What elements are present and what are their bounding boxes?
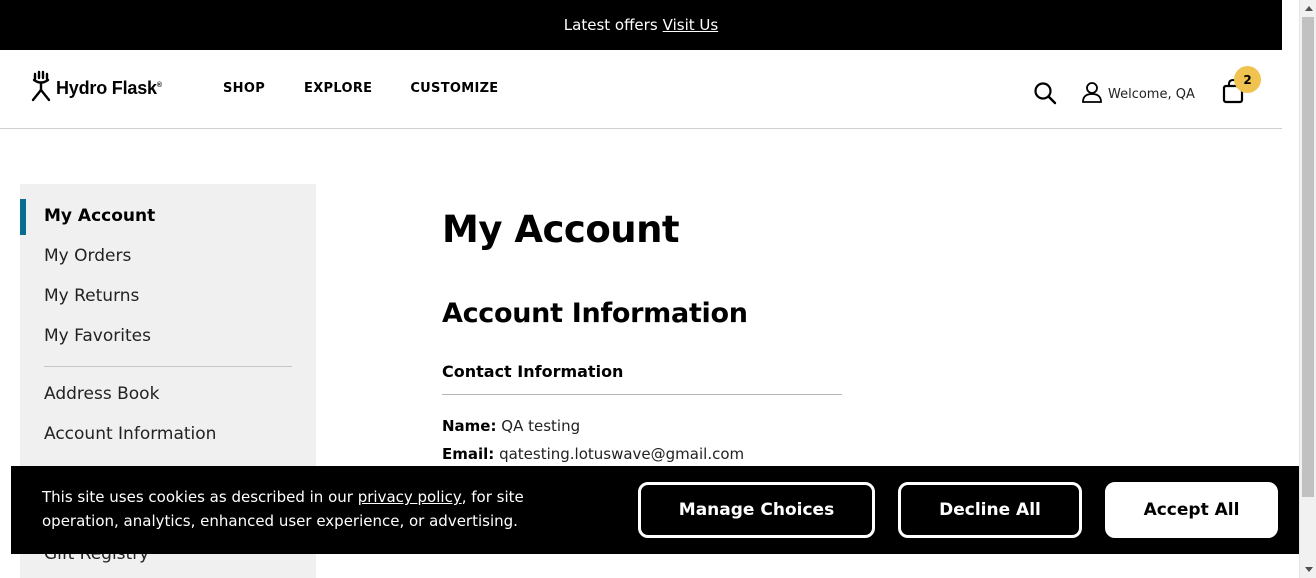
- promo-bar: Latest offers Visit Us: [0, 0, 1282, 50]
- cart-count-badge: 2: [1234, 66, 1261, 93]
- user-icon: [1081, 81, 1103, 107]
- sidebar-item-my-orders[interactable]: My Orders: [44, 246, 131, 266]
- nav-shop[interactable]: SHOP: [223, 81, 265, 96]
- page-scrollbar[interactable]: [1299, 0, 1316, 578]
- privacy-policy-link[interactable]: privacy policy: [358, 488, 462, 506]
- name-value: QA testing: [501, 417, 581, 435]
- sidebar-item-my-returns[interactable]: My Returns: [44, 286, 139, 306]
- nav-explore[interactable]: EXPLORE: [304, 81, 372, 96]
- scroll-up-arrow-icon[interactable]: [1300, 0, 1316, 17]
- site-header: Hydro Flask® SHOP EXPLORE CUSTOMIZE Welc…: [0, 50, 1282, 129]
- nav-customize[interactable]: CUSTOMIZE: [410, 81, 498, 96]
- name-label: Name:: [442, 417, 497, 435]
- promo-text: Latest offers: [563, 16, 658, 34]
- manage-choices-button[interactable]: Manage Choices: [638, 482, 875, 538]
- logo-text: Hydro Flask®: [56, 77, 162, 98]
- sidebar-item-my-favorites[interactable]: My Favorites: [44, 326, 151, 346]
- decline-all-button[interactable]: Decline All: [898, 482, 1082, 538]
- account-link[interactable]: Welcome, QA: [1081, 81, 1195, 107]
- hand-logo-icon: [30, 70, 54, 106]
- sidebar-divider: [44, 366, 292, 367]
- email-value: qatesting.lotuswave@gmail.com: [499, 445, 745, 463]
- main-nav: SHOP EXPLORE CUSTOMIZE: [223, 81, 499, 96]
- sidebar-item-address-book[interactable]: Address Book: [44, 384, 159, 404]
- scroll-down-arrow-icon[interactable]: [1300, 561, 1316, 578]
- visit-us-link[interactable]: Visit Us: [663, 16, 719, 34]
- cookie-message: This site uses cookies as described in o…: [42, 488, 524, 530]
- hydro-flask-logo[interactable]: Hydro Flask®: [30, 70, 162, 106]
- search-icon[interactable]: [1033, 81, 1057, 109]
- section-title: Account Information: [442, 298, 748, 329]
- sidebar-item-account-information[interactable]: Account Information: [44, 424, 216, 444]
- name-row: Name: QA testing: [442, 417, 580, 435]
- email-label: Email:: [442, 445, 495, 463]
- scrollbar-thumb[interactable]: [1302, 17, 1314, 497]
- contact-divider: [442, 394, 842, 395]
- email-row: Email: qatesting.lotuswave@gmail.com: [442, 445, 744, 463]
- welcome-text: Welcome, QA: [1108, 86, 1195, 102]
- page-title: My Account: [442, 208, 680, 251]
- accept-all-button[interactable]: Accept All: [1105, 482, 1278, 538]
- contact-info-title: Contact Information: [442, 362, 624, 381]
- sidebar-item-my-account[interactable]: My Account: [44, 206, 155, 226]
- active-marker: [20, 199, 26, 235]
- cookie-banner: This site uses cookies as described in o…: [11, 466, 1299, 554]
